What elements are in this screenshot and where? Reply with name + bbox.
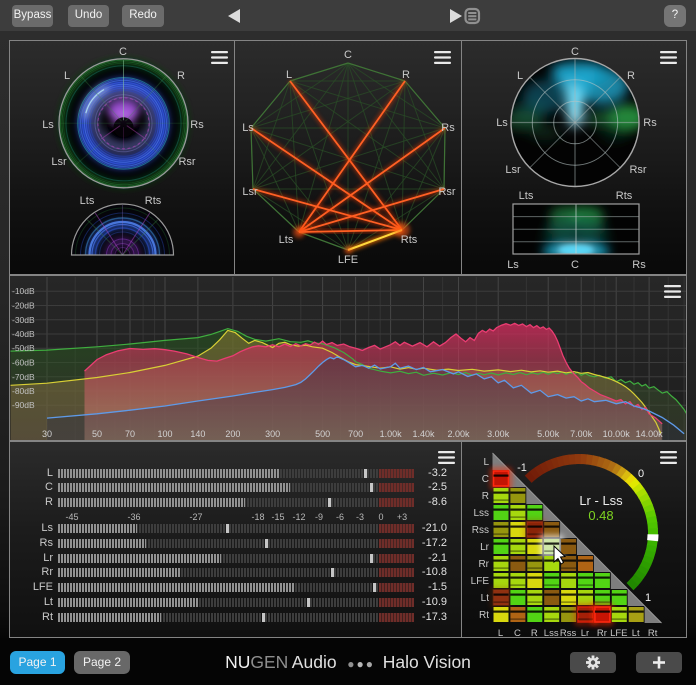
svg-text:7.00k: 7.00k <box>570 429 593 439</box>
svg-text:1: 1 <box>645 592 651 604</box>
svg-text:Rss: Rss <box>560 628 577 637</box>
svg-text:Rs: Rs <box>643 117 657 129</box>
svg-text:Lt: Lt <box>632 628 640 637</box>
svg-text:14.00k: 14.00k <box>636 429 664 439</box>
svg-text:Rss: Rss <box>472 525 489 536</box>
svg-text:Lr: Lr <box>581 628 589 637</box>
svg-text:-60dB: -60dB <box>12 358 35 368</box>
svg-text:2.00k: 2.00k <box>447 429 470 439</box>
svg-text:R: R <box>402 69 410 81</box>
svg-text:L: L <box>64 70 70 82</box>
svg-text:C: C <box>482 474 489 485</box>
svg-text:R: R <box>531 628 538 637</box>
svg-text:R: R <box>482 491 489 502</box>
svg-text:100: 100 <box>157 429 172 439</box>
svg-text:700: 700 <box>348 429 363 439</box>
svg-text:LFE: LFE <box>338 254 358 266</box>
svg-text:-50dB: -50dB <box>12 343 35 353</box>
svg-text:L: L <box>517 70 523 82</box>
svg-text:-80dB: -80dB <box>12 386 35 396</box>
svg-text:Ls: Ls <box>496 117 508 129</box>
svg-text:50: 50 <box>92 429 102 439</box>
svg-text:-70dB: -70dB <box>12 372 35 382</box>
svg-text:Ls: Ls <box>242 122 254 134</box>
svg-text:1.40k: 1.40k <box>412 429 435 439</box>
svg-text:0: 0 <box>638 468 644 480</box>
svg-text:200: 200 <box>225 429 240 439</box>
svg-text:L: L <box>286 69 292 81</box>
svg-text:5.00k: 5.00k <box>537 429 560 439</box>
svg-text:Rs: Rs <box>632 259 646 271</box>
svg-text:Lsr: Lsr <box>242 186 258 198</box>
svg-text:Ls: Ls <box>507 259 519 271</box>
svg-text:140: 140 <box>190 429 205 439</box>
svg-text:-40dB: -40dB <box>12 329 35 339</box>
svg-text:C: C <box>571 46 579 58</box>
svg-text:70: 70 <box>125 429 135 439</box>
svg-text:Rts: Rts <box>145 195 162 207</box>
svg-text:-30dB: -30dB <box>12 315 35 325</box>
svg-text:1.00k: 1.00k <box>380 429 403 439</box>
svg-text:Lts: Lts <box>279 234 294 246</box>
svg-text:Rt: Rt <box>479 610 489 621</box>
svg-text:R: R <box>627 70 635 82</box>
svg-text:-10dB: -10dB <box>12 286 35 296</box>
svg-text:C: C <box>514 628 521 637</box>
svg-text:Rsr: Rsr <box>629 164 646 176</box>
svg-text:10.00k: 10.00k <box>603 429 631 439</box>
svg-text:C: C <box>571 259 579 271</box>
svg-text:R: R <box>177 70 185 82</box>
svg-text:Lr - Lss: Lr - Lss <box>579 493 623 508</box>
svg-text:C: C <box>344 49 352 61</box>
svg-text:-90dB: -90dB <box>12 400 35 410</box>
svg-text:0.48: 0.48 <box>588 508 613 523</box>
svg-text:Ls: Ls <box>42 119 54 131</box>
svg-text:Lss: Lss <box>544 628 559 637</box>
svg-text:Rts: Rts <box>401 234 418 246</box>
svg-text:3.00k: 3.00k <box>487 429 510 439</box>
svg-text:Lss: Lss <box>473 508 489 519</box>
svg-text:Lt: Lt <box>481 593 490 604</box>
svg-text:Rsr: Rsr <box>438 186 455 198</box>
svg-text:Lts: Lts <box>80 195 95 207</box>
svg-text:C: C <box>119 46 127 58</box>
svg-text:L: L <box>483 457 489 468</box>
svg-text:30: 30 <box>42 429 52 439</box>
svg-text:Rt: Rt <box>648 628 658 637</box>
svg-text:Lr: Lr <box>480 542 490 553</box>
svg-text:L: L <box>498 628 503 637</box>
svg-text:Rts: Rts <box>616 190 633 202</box>
svg-text:LFE: LFE <box>471 576 490 587</box>
svg-text:Rs: Rs <box>190 119 204 131</box>
svg-text:Lts: Lts <box>519 190 534 202</box>
svg-text:-20dB: -20dB <box>12 301 35 311</box>
svg-text:Lsr: Lsr <box>505 164 521 176</box>
svg-text:300: 300 <box>265 429 280 439</box>
svg-text:Rr: Rr <box>478 559 489 570</box>
svg-text:-1: -1 <box>517 462 527 474</box>
svg-text:Rs: Rs <box>441 122 455 134</box>
svg-text:500: 500 <box>315 429 330 439</box>
svg-text:Lsr: Lsr <box>51 156 67 168</box>
svg-text:Rsr: Rsr <box>178 156 195 168</box>
svg-text:Rr: Rr <box>597 628 607 637</box>
svg-text:LFE: LFE <box>610 628 627 637</box>
